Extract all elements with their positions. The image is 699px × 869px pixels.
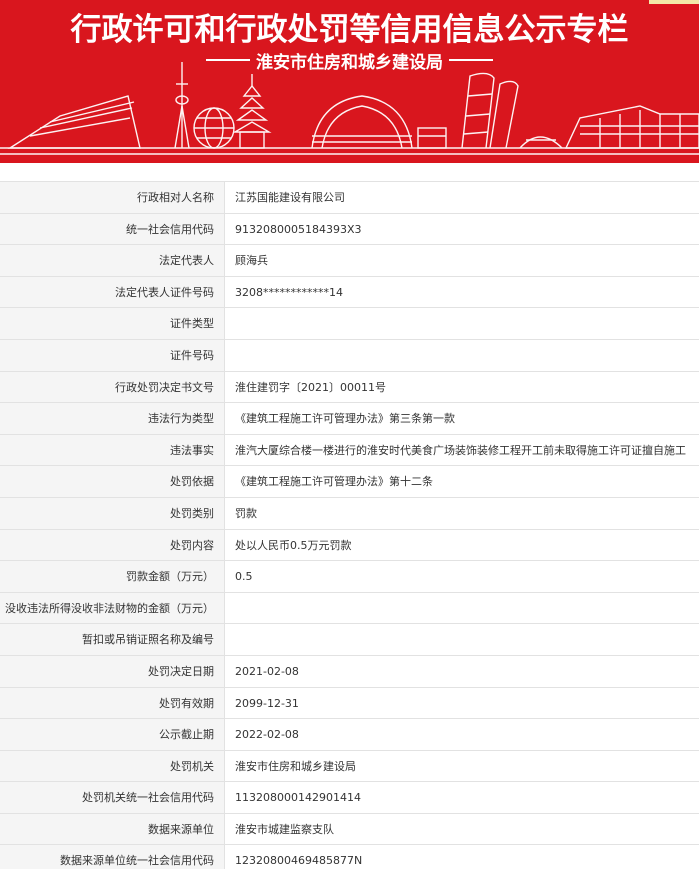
row-value: 淮安市住房和城乡建设局 bbox=[235, 759, 356, 773]
table-row: 处罚类别 罚款 bbox=[0, 497, 699, 530]
row-value: 3208************14 bbox=[235, 285, 343, 299]
table-row: 处罚依据 《建筑工程施工许可管理办法》第十二条 bbox=[0, 466, 699, 498]
row-label: 处罚内容 bbox=[0, 529, 225, 561]
row-value: 9132080005184393X3 bbox=[235, 222, 362, 236]
row-label: 法定代表人证件号码 bbox=[0, 276, 225, 308]
table-row: 处罚有效期 2099-12-31 bbox=[0, 687, 699, 720]
row-label: 行政处罚决定书文号 bbox=[0, 371, 225, 403]
table-row: 违法行为类型 《建筑工程施工许可管理办法》第三条第一款 bbox=[0, 403, 699, 435]
row-value: 12320800469485877N bbox=[235, 854, 363, 868]
row-label: 没收违法所得没收非法财物的金额（万元） bbox=[0, 592, 225, 624]
row-label: 处罚有效期 bbox=[0, 687, 225, 719]
row-label: 处罚决定日期 bbox=[0, 655, 225, 687]
row-label: 处罚机关 bbox=[0, 750, 225, 782]
row-label: 处罚类别 bbox=[0, 497, 225, 529]
header-banner: 行政许可和行政处罚等信用信息公示专栏 淮安市住房和城乡建设局 bbox=[0, 0, 699, 163]
row-value: 2021-02-08 bbox=[235, 664, 299, 678]
row-label: 行政相对人名称 bbox=[0, 182, 225, 213]
row-value bbox=[225, 340, 699, 371]
table-row: 处罚机关统一社会信用代码 113208000142901414 bbox=[0, 782, 699, 814]
row-label: 违法行为类型 bbox=[0, 403, 225, 434]
row-label: 暂扣或吊销证照名称及编号 bbox=[0, 624, 225, 655]
row-label: 证件号码 bbox=[0, 339, 225, 371]
table-row: 处罚决定日期 2021-02-08 bbox=[0, 655, 699, 688]
row-value: 淮汽大厦综合楼一楼进行的淮安时代美食广场装饰装修工程开工前未取得施工许可证擅自施… bbox=[235, 443, 686, 457]
row-value: 处以人民币0.5万元罚款 bbox=[235, 538, 352, 552]
table-row: 没收违法所得没收非法财物的金额（万元） bbox=[0, 592, 699, 625]
row-label: 统一社会信用代码 bbox=[0, 213, 225, 245]
table-row: 行政处罚决定书文号 淮住建罚字〔2021〕00011号 bbox=[0, 371, 699, 404]
table-row: 数据来源单位统一社会信用代码 12320800469485877N bbox=[0, 845, 699, 869]
row-value: 江苏国能建设有限公司 bbox=[235, 191, 345, 204]
row-label: 数据来源单位统一社会信用代码 bbox=[0, 845, 225, 869]
table-row: 处罚机关 淮安市住房和城乡建设局 bbox=[0, 750, 699, 783]
row-label: 违法事实 bbox=[0, 434, 225, 466]
row-value: 2022-02-08 bbox=[235, 728, 299, 742]
table-row: 证件号码 bbox=[0, 339, 699, 372]
row-value: 淮住建罚字〔2021〕00011号 bbox=[235, 380, 386, 394]
table-row: 统一社会信用代码 9132080005184393X3 bbox=[0, 213, 699, 246]
row-value bbox=[225, 624, 699, 655]
row-label: 数据来源单位 bbox=[0, 813, 225, 845]
row-value: 淮安市城建监察支队 bbox=[235, 822, 334, 836]
row-value: 0.5 bbox=[235, 570, 253, 584]
penalty-info-table: 行政相对人名称 江苏国能建设有限公司 统一社会信用代码 91320800051843… bbox=[0, 181, 699, 869]
row-label: 证件类型 bbox=[0, 308, 225, 339]
row-label: 处罚机关统一社会信用代码 bbox=[0, 782, 225, 813]
table-row: 罚款金额（万元） 0.5 bbox=[0, 561, 699, 593]
row-value: 《建筑工程施工许可管理办法》第十二条 bbox=[235, 475, 433, 489]
table-row: 行政相对人名称 江苏国能建设有限公司 bbox=[0, 182, 699, 214]
row-value: 2099-12-31 bbox=[235, 696, 299, 710]
row-value: 《建筑工程施工许可管理办法》第三条第一款 bbox=[235, 412, 455, 426]
row-label: 公示截止期 bbox=[0, 719, 225, 750]
page-title: 行政许可和行政处罚等信用信息公示专栏 bbox=[70, 12, 629, 48]
city-skyline-illustration bbox=[0, 62, 699, 155]
row-label: 罚款金额（万元） bbox=[0, 561, 225, 592]
row-label: 处罚依据 bbox=[0, 466, 225, 497]
row-value bbox=[225, 593, 699, 624]
row-value bbox=[225, 308, 699, 339]
table-row: 法定代表人 顾海兵 bbox=[0, 245, 699, 277]
table-row: 违法事实 淮汽大厦综合楼一楼进行的淮安时代美食广场装饰装修工程开工前未取得施工许可… bbox=[0, 434, 699, 467]
row-value: 罚款 bbox=[235, 506, 257, 520]
table-row: 数据来源单位 淮安市城建监察支队 bbox=[0, 813, 699, 846]
row-value: 113208000142901414 bbox=[235, 791, 361, 805]
table-row: 暂扣或吊销证照名称及编号 bbox=[0, 624, 699, 656]
row-label: 法定代表人 bbox=[0, 245, 225, 276]
table-row: 法定代表人证件号码 3208************14 bbox=[0, 276, 699, 309]
table-row: 公示截止期 2022-02-08 bbox=[0, 719, 699, 751]
banner-spacer bbox=[0, 163, 699, 181]
table-row: 证件类型 bbox=[0, 308, 699, 340]
table-row: 处罚内容 处以人民币0.5万元罚款 bbox=[0, 529, 699, 562]
row-value: 顾海兵 bbox=[235, 254, 268, 268]
